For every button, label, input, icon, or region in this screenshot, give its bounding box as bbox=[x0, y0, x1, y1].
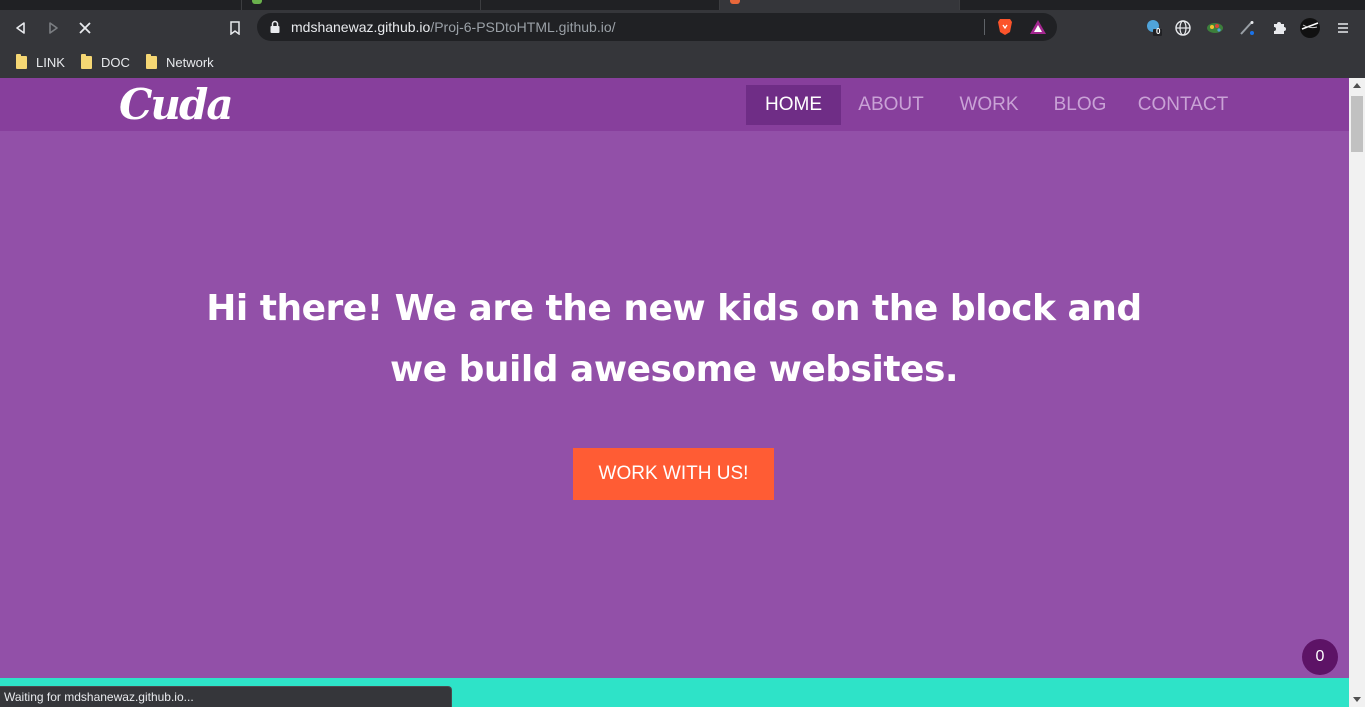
back-button[interactable] bbox=[8, 16, 34, 40]
extensions-menu-button[interactable] bbox=[1267, 16, 1291, 40]
folder-icon bbox=[16, 53, 27, 69]
nav-home[interactable]: HOME bbox=[746, 85, 841, 125]
globe-extension-button[interactable] bbox=[1171, 16, 1195, 40]
bookmarks-bar: LINK DOC Network bbox=[0, 46, 1365, 78]
url-text: mdshanewaz.github.io/Proj-6-PSDtoHTML.gi… bbox=[291, 19, 616, 35]
folder-icon bbox=[81, 53, 92, 69]
stop-button[interactable] bbox=[72, 16, 98, 40]
folder-icon bbox=[146, 53, 157, 69]
extension-button[interactable]: 0 bbox=[1142, 16, 1166, 40]
nav-contact[interactable]: CONTACT bbox=[1134, 85, 1232, 125]
lock-icon bbox=[270, 20, 280, 33]
scroll-thumb[interactable] bbox=[1351, 96, 1363, 152]
browser-menu-button[interactable] bbox=[1331, 16, 1355, 40]
stop-icon bbox=[79, 22, 91, 34]
nav-about[interactable]: ABOUT bbox=[851, 85, 931, 125]
work-with-us-button[interactable]: WORK WITH US! bbox=[573, 448, 774, 500]
profile-button[interactable] bbox=[1298, 16, 1322, 40]
status-bubble: Waiting for mdshanewaz.github.io... bbox=[0, 686, 452, 707]
site-header: Cuda HOME ABOUT WORK BLOG CONTACT bbox=[0, 78, 1349, 131]
extension-badge: 0 bbox=[1156, 27, 1161, 36]
brave-shields-icon[interactable] bbox=[997, 18, 1013, 36]
bookmark-icon bbox=[230, 21, 240, 35]
url-host: mdshanewaz.github.io bbox=[291, 19, 431, 35]
page-viewport: Cuda HOME ABOUT WORK BLOG CONTACT Hi the… bbox=[0, 78, 1349, 707]
address-bar[interactable]: mdshanewaz.github.io/Proj-6-PSDtoHTML.gi… bbox=[257, 13, 1057, 41]
color-extension-button[interactable] bbox=[1203, 16, 1227, 40]
tab[interactable] bbox=[242, 0, 481, 10]
pen-extension-button[interactable] bbox=[1235, 16, 1259, 40]
menu-icon bbox=[1338, 23, 1348, 33]
brave-rewards-icon[interactable] bbox=[1029, 19, 1047, 35]
nav-work[interactable]: WORK bbox=[952, 85, 1026, 125]
puzzle-icon bbox=[1274, 22, 1286, 34]
bookmark-label: Network bbox=[166, 54, 214, 70]
forward-icon bbox=[49, 22, 58, 34]
bookmark-folder-doc[interactable]: DOC bbox=[81, 51, 130, 73]
tab-strip bbox=[0, 0, 1365, 10]
pen-icon bbox=[1240, 21, 1254, 35]
scroll-down-arrow[interactable] bbox=[1353, 697, 1361, 702]
page-scrollbar[interactable] bbox=[1349, 78, 1365, 707]
site-logo[interactable]: Cuda bbox=[119, 80, 234, 129]
forward-button[interactable] bbox=[40, 16, 66, 40]
bookmark-label: DOC bbox=[101, 54, 130, 70]
scroll-up-arrow[interactable] bbox=[1353, 83, 1361, 88]
hero-title: Hi there! We are the new kids on the blo… bbox=[206, 288, 1142, 390]
bookmark-folder-link[interactable]: LINK bbox=[16, 51, 65, 73]
floating-badge[interactable]: 0 bbox=[1302, 639, 1338, 675]
url-path: /Proj-6-PSDtoHTML.github.io/ bbox=[430, 19, 616, 35]
globe-icon bbox=[1175, 20, 1191, 36]
tab[interactable] bbox=[481, 0, 720, 10]
bookmark-page-button[interactable] bbox=[222, 16, 248, 40]
tab-active[interactable] bbox=[720, 0, 960, 10]
browser-toolbar: mdshanewaz.github.io/Proj-6-PSDtoHTML.gi… bbox=[0, 10, 1365, 46]
color-picker-icon bbox=[1207, 23, 1223, 33]
divider bbox=[984, 19, 985, 35]
bookmark-folder-network[interactable]: Network bbox=[146, 51, 214, 73]
tab[interactable] bbox=[0, 0, 242, 10]
profile-icon bbox=[1300, 18, 1320, 38]
nav-blog[interactable]: BLOG bbox=[1046, 85, 1114, 125]
bookmark-label: LINK bbox=[36, 54, 65, 70]
back-icon bbox=[16, 22, 25, 34]
